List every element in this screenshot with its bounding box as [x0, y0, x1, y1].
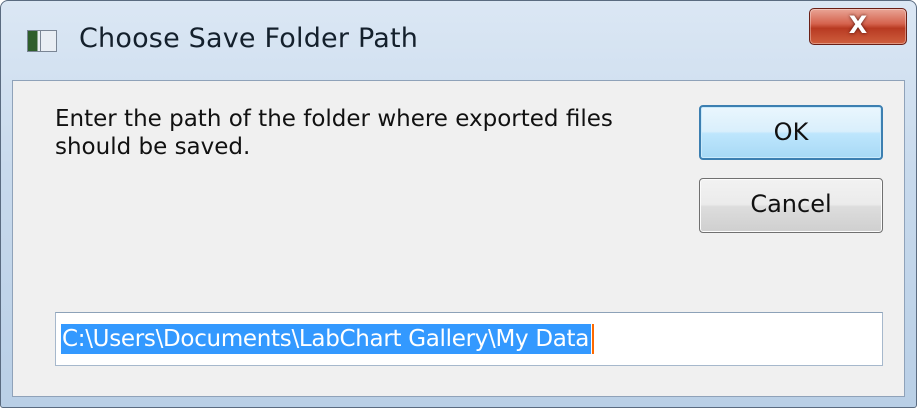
close-icon: X: [848, 11, 868, 39]
close-button[interactable]: X: [809, 8, 907, 45]
selected-path-text: C:\Users\Documents\LabChart Gallery\My D…: [61, 324, 592, 354]
app-window-icon: [27, 30, 57, 52]
dialog-body: Enter the path of the folder where expor…: [12, 80, 905, 397]
ok-button[interactable]: OK: [699, 105, 883, 160]
path-value: C:\Users\Documents\LabChart Gallery\My D…: [62, 326, 590, 352]
prompt-text: Enter the path of the folder where expor…: [55, 106, 613, 160]
cancel-button[interactable]: Cancel: [699, 178, 883, 233]
folder-path-input[interactable]: C:\Users\Documents\LabChart Gallery\My D…: [55, 312, 883, 366]
title-bar[interactable]: Choose Save Folder Path X: [1, 1, 916, 79]
text-caret: [592, 324, 594, 354]
window-title: Choose Save Folder Path: [79, 23, 419, 54]
dialog-window: Choose Save Folder Path X Enter the path…: [0, 0, 917, 408]
